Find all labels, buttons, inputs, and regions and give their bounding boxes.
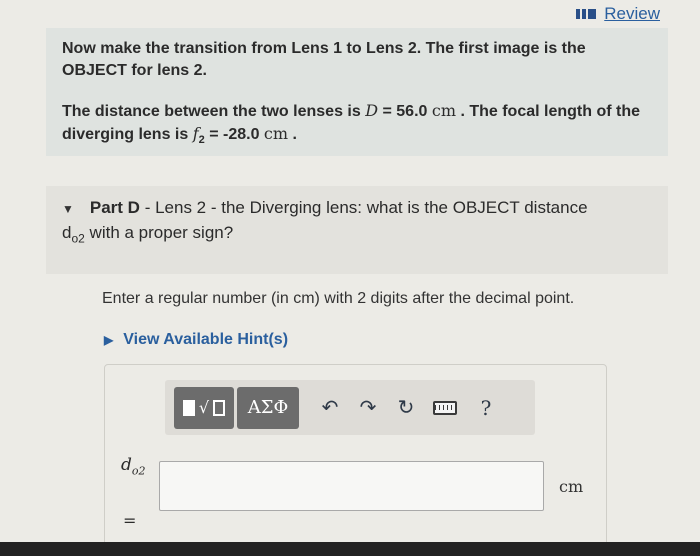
math-toolbar: √ ΑΣΦ ↶ ↷ ↻ ? bbox=[165, 380, 535, 435]
focal-unit: cm bbox=[263, 124, 289, 143]
collapse-icon[interactable]: ▼ bbox=[62, 197, 74, 221]
view-hints-link[interactable]: ▶ View Available Hint(s) bbox=[104, 331, 288, 349]
intro-line2: The distance between the two lenses is D… bbox=[62, 100, 652, 151]
part-var-sub: o2 bbox=[71, 231, 85, 246]
focal-value: = -28.0 bbox=[204, 126, 264, 143]
answer-input[interactable] bbox=[159, 461, 544, 511]
box-icon bbox=[213, 399, 226, 416]
problem-intro: Now make the transition from Lens 1 to L… bbox=[46, 28, 668, 156]
hint-label: View Available Hint(s) bbox=[123, 331, 289, 348]
distance-var: D bbox=[365, 101, 379, 120]
keyboard-button[interactable] bbox=[425, 388, 465, 428]
equals-sign: = bbox=[123, 511, 137, 530]
review-bar: Review bbox=[576, 4, 660, 24]
templates-icon bbox=[182, 399, 195, 416]
review-icon bbox=[576, 9, 597, 19]
radical-icon: √ bbox=[198, 398, 210, 417]
templates-button[interactable]: √ bbox=[174, 386, 234, 429]
help-button[interactable]: ? bbox=[465, 388, 507, 428]
distance-unit: cm bbox=[431, 101, 456, 120]
reset-icon[interactable]: ↻ bbox=[387, 388, 425, 428]
part-question-end: with a proper sign? bbox=[84, 223, 234, 242]
answer-variable-label: do2 bbox=[121, 455, 146, 477]
undo-icon[interactable]: ↶ bbox=[311, 388, 349, 428]
answer-var: d bbox=[121, 455, 132, 475]
part-question: - Lens 2 - the Diverging lens: what is t… bbox=[139, 198, 588, 217]
instruction-text: Enter a regular number (in cm) with 2 di… bbox=[102, 290, 575, 307]
bottom-edge bbox=[0, 542, 700, 556]
review-link[interactable]: Review bbox=[604, 4, 660, 24]
part-d-header: ▼ Part D - Lens 2 - the Diverging lens: w… bbox=[46, 186, 668, 274]
part-label: Part D bbox=[89, 198, 140, 217]
distance-value: = 56.0 bbox=[378, 103, 432, 120]
keyboard-icon bbox=[433, 400, 457, 415]
answer-panel: √ ΑΣΦ ↶ ↷ ↻ ? do2 = cm bbox=[104, 364, 607, 549]
redo-icon[interactable]: ↷ bbox=[349, 388, 387, 428]
expand-icon: ▶ bbox=[104, 333, 114, 347]
symbols-button[interactable]: ΑΣΦ bbox=[237, 386, 299, 429]
answer-var-sub: o2 bbox=[131, 464, 146, 478]
distance-text: The distance between the two lenses is bbox=[62, 103, 361, 120]
intro-line1: Now make the transition from Lens 1 to L… bbox=[62, 40, 586, 79]
unit-label: cm bbox=[559, 477, 584, 496]
focal-end: . bbox=[288, 126, 297, 143]
